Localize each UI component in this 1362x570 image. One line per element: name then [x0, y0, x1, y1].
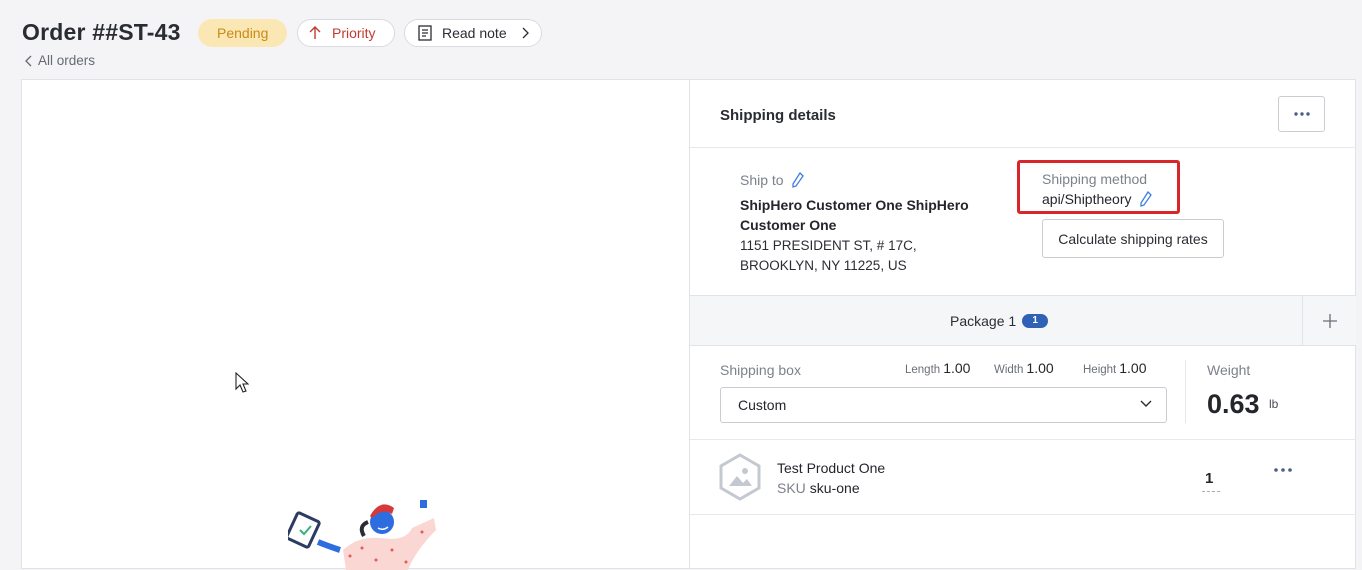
edit-ship-to-pencil-icon[interactable] [791, 172, 804, 188]
weight-unit: lb [1269, 397, 1279, 411]
length-label: Length [905, 364, 941, 376]
shipping-method-value: api/Shiptheory [1042, 191, 1152, 207]
sku-value: sku-one [809, 480, 860, 496]
page-title: Order ##ST-43 [22, 19, 181, 45]
shipping-more-button[interactable] [1278, 96, 1325, 132]
read-note-label: Read note [442, 25, 507, 41]
shipping-method-text: api/Shiptheory [1042, 191, 1132, 207]
read-note-button[interactable]: Read note [404, 19, 542, 47]
calculate-shipping-rates-button[interactable]: Calculate shipping rates [1042, 219, 1224, 258]
height-field[interactable]: Height 1.00 [1083, 360, 1147, 376]
shipping-box-label: Shipping box [720, 362, 801, 378]
ship-to-address: 1151 PRESIDENT ST, # 17C, BROOKLYN, NY 1… [740, 236, 917, 276]
package-count-badge: 1 [1022, 314, 1049, 328]
weight-label: Weight [1207, 362, 1251, 378]
note-icon [418, 25, 432, 41]
status-badge: Pending [198, 19, 288, 47]
width-label: Width [994, 364, 1024, 376]
plus-icon [1322, 313, 1337, 328]
chevron-down-icon [1140, 400, 1152, 407]
more-horizontal-icon [1293, 112, 1310, 116]
left-pane [22, 80, 689, 570]
shipping-details-title: Shipping details [720, 107, 836, 124]
ship-to-label: Ship to [740, 172, 784, 188]
chevron-right-icon [522, 27, 529, 39]
shipping-details-panel: Shipping details Ship to ShipHero Custom… [690, 80, 1356, 568]
shipping-box-select[interactable]: Custom [720, 387, 1167, 423]
sku-label: SKU [777, 480, 806, 496]
height-label: Height [1083, 364, 1117, 376]
width-value: 1.00 [1026, 360, 1054, 376]
address-line-1: 1151 PRESIDENT ST, # 17C, [740, 238, 917, 253]
order-panel: Shipping details Ship to ShipHero Custom… [21, 79, 1356, 570]
shipping-method-label: Shipping method [1042, 171, 1148, 187]
weight-value[interactable]: 0.63 [1207, 389, 1260, 420]
edit-shipping-method-pencil-icon[interactable] [1139, 191, 1152, 207]
address-line-2: BROOKLYN, NY 11225, US [740, 258, 907, 273]
section-divider [690, 147, 1356, 148]
width-field[interactable]: Width 1.00 [994, 360, 1054, 376]
height-value: 1.00 [1119, 360, 1147, 376]
length-value: 1.00 [943, 360, 971, 376]
shipping-box-selected: Custom [738, 397, 787, 413]
back-to-orders-link[interactable]: All orders [25, 53, 95, 68]
add-package-button[interactable] [1302, 296, 1356, 345]
ship-to-header: Ship to [740, 172, 804, 188]
product-quantity[interactable]: 1 [1202, 470, 1221, 492]
package-tab-bar: Package 1 1 [690, 295, 1356, 346]
page-header: Order ##ST-43 Pending Priority Read note… [0, 0, 1362, 80]
person-illustration-icon [288, 500, 436, 570]
product-name: Test Product One [777, 460, 886, 476]
priority-button[interactable]: Priority [297, 19, 395, 47]
weight-divider [1185, 360, 1186, 423]
length-field[interactable]: Length 1.00 [905, 360, 970, 376]
product-image-placeholder-icon [719, 453, 761, 501]
mouse-cursor-icon [235, 372, 249, 393]
package-tab[interactable]: Package 1 1 [950, 313, 1049, 329]
priority-label: Priority [332, 25, 376, 41]
product-more-icon[interactable] [1274, 468, 1292, 472]
product-sku: SKU sku-one [777, 480, 860, 496]
chevron-left-icon [25, 55, 32, 66]
ship-to-name: ShipHero Customer One ShipHero Customer … [740, 197, 969, 233]
product-row: Test Product One SKU sku-one 1 [690, 439, 1356, 515]
back-link-label: All orders [38, 53, 96, 68]
package-label: Package 1 [950, 313, 1017, 329]
arrow-up-icon [309, 26, 321, 39]
